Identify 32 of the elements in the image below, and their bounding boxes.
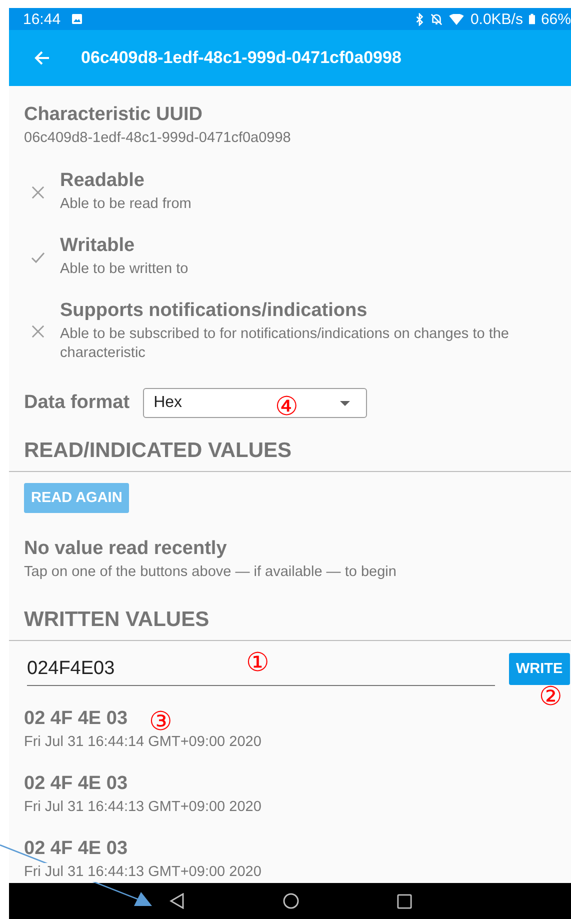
bluetooth-icon [415, 12, 424, 26]
written-value: 02 4F 4E 03 [24, 838, 128, 860]
written-value: 02 4F 4E 03 [24, 773, 128, 795]
property-description: Able to be written to [60, 260, 188, 279]
written-value: 02 4F 4E 03 [24, 708, 128, 730]
property-description: Able to be subscribed to for notifications/indications on changes to the characteristic [60, 325, 510, 363]
caret-icon [340, 400, 350, 406]
recents-icon[interactable] [396, 894, 412, 908]
back-icon[interactable] [168, 893, 184, 909]
network-speed: 0.0KB/s [470, 10, 523, 28]
muted-bell-icon [430, 12, 444, 26]
battery-icon [528, 13, 535, 25]
property-name: Readable [60, 170, 144, 192]
data-format-label: Data format [24, 392, 130, 414]
wifi-icon [449, 14, 464, 24]
empty-state-title: No value read recently [24, 538, 228, 560]
image-icon [70, 13, 83, 25]
written-timestamp: Fri Jul 31 16:44:13 GMT+09:00 2020 [24, 863, 262, 882]
battery-percent: 66% [540, 10, 571, 28]
characteristic-uuid: 06c409d8-1edf-48c1-999d-0471cf0a0998 [24, 129, 291, 148]
app-bar-title: 06c409d8-1edf-48c1-999d-0471cf0a0998 [81, 48, 402, 68]
annotation-number: ② [539, 682, 562, 712]
section-heading: READ/INDICATED VALUES [24, 439, 292, 463]
property-description: Able to be read from [60, 195, 192, 214]
section-heading: WRITTEN VALUES [24, 608, 210, 632]
property-name: Supports notifications/indications [60, 300, 368, 322]
back-arrow-icon[interactable] [34, 50, 50, 66]
status-time: 16:44 [23, 10, 61, 28]
characteristic-label: Characteristic UUID [24, 104, 204, 126]
home-icon[interactable] [282, 893, 298, 909]
empty-state-hint: Tap on one of the buttons above — if available — to begin [24, 563, 396, 582]
property-name: Writable [60, 235, 135, 257]
